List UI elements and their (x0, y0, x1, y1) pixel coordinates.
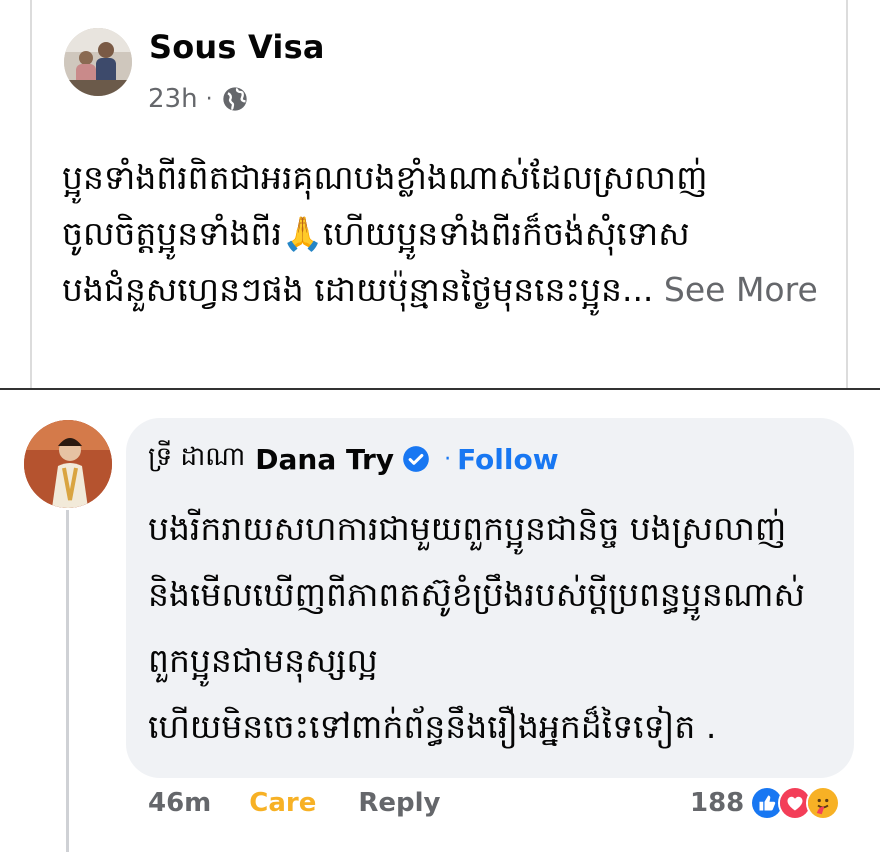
comment-text: បងរីករាយសហការជាមួយពួកប្អូនជានិច្ច បងស្រល… (148, 496, 838, 760)
verified-badge-icon (402, 445, 430, 473)
post-meta: 23h · (148, 84, 249, 114)
follow-button[interactable]: Follow (457, 443, 559, 476)
comment-text-line: ហើយមិនចេះទៅពាក់ព័ន្ធនឹងរឿងអ្នកដ៏ទៃទៀត . (148, 707, 717, 746)
commenter-native-name[interactable]: ទ្រី ដាណា (148, 440, 245, 478)
meta-separator: · (205, 86, 213, 112)
post-text-line: បងជំនួសហ្វេនៗផង ដោយប៉ុន្មានថ្ងៃមុននេះប្អ… (62, 270, 654, 309)
comment-text-line: បងរីករាយសហការជាមួយពួកប្អូនជានិច្ច បងស្រល… (148, 509, 787, 548)
comment-text-line: និងមើលឃើញពីភាពតស៊ូខំប្រឹងរបស់ប្ដីប្រពន្ធ… (148, 575, 805, 614)
commenter-header: ទ្រី ដាណា Dana Try · Follow (148, 440, 559, 478)
post-text: ប្អូនទាំងពីរពិតជាអរគុណបងខ្លាំងណាស់ដែលស្រ… (62, 150, 818, 318)
post-card: Sous Visa 23h · ប្អូនទាំងពីរពិតជាអរគុណបង… (30, 0, 848, 388)
post-text-line: ចូលចិត្តប្អូនទាំងពីរ🙏ហើយប្អូនទាំងពីរក៏ចង… (62, 214, 690, 253)
comment-thread-line (66, 510, 69, 852)
care-icon (806, 786, 841, 820)
comment-bubble: ទ្រី ដាណា Dana Try · Follow បងរីករាយសហកា… (126, 418, 854, 778)
comment-text-line: ពួកប្អូនជាមនុស្សល្អ (148, 641, 378, 680)
comment-timestamp[interactable]: 46m (148, 788, 211, 818)
commenter-avatar[interactable] (24, 420, 112, 508)
commenter-name[interactable]: Dana Try (255, 443, 394, 476)
follow-separator: · (444, 446, 452, 472)
post-text-last-line: បងជំនួសហ្វេនៗផង ដោយប៉ុន្មានថ្ងៃមុននេះប្អ… (62, 262, 818, 318)
reaction-count: 188 (690, 788, 745, 818)
globe-icon[interactable] (221, 85, 249, 113)
reply-button[interactable]: Reply (358, 788, 440, 818)
post-author-avatar[interactable] (64, 28, 132, 96)
post-author-name[interactable]: Sous Visa (149, 28, 325, 66)
reaction-summary[interactable]: 188 (690, 786, 841, 820)
post-timestamp[interactable]: 23h (148, 84, 198, 114)
screenshot-divider (0, 388, 880, 390)
care-reaction-button[interactable]: Care (249, 788, 316, 818)
post-text-line: ប្អូនទាំងពីរពិតជាអរគុណបងខ្លាំងណាស់ដែលស្រ… (62, 158, 708, 197)
see-more-link[interactable]: See More (664, 270, 818, 309)
comment-actions: 46m Care Reply (148, 788, 441, 818)
